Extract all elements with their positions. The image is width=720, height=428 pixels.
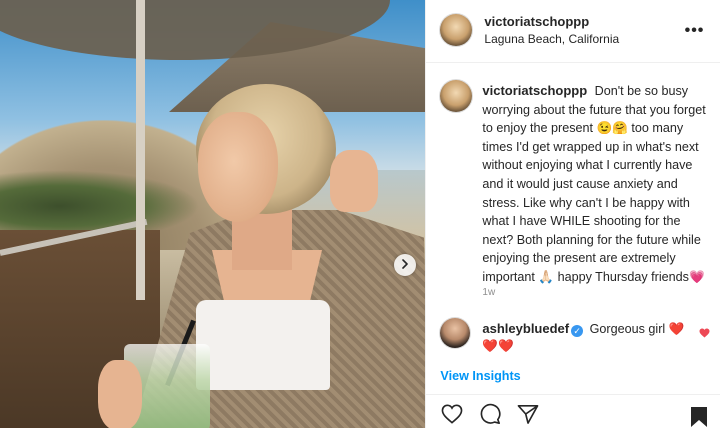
more-dots-icon: ••• xyxy=(684,22,705,39)
actions-divider xyxy=(426,394,720,395)
heart-icon xyxy=(441,404,463,428)
paper-plane-icon xyxy=(517,404,539,428)
commenter-avatar[interactable] xyxy=(440,318,471,348)
comment-button[interactable] xyxy=(478,403,502,428)
comment-username[interactable]: ashleybluedef xyxy=(482,321,569,336)
photo-person-face xyxy=(198,112,278,222)
like-button[interactable] xyxy=(440,404,464,428)
instagram-post: victoriatschoppp Laguna Beach, Californi… xyxy=(0,0,720,428)
post-location[interactable]: Laguna Beach, California xyxy=(484,32,619,46)
photo-person-hand xyxy=(330,150,378,212)
carousel-next-button[interactable] xyxy=(394,254,416,276)
heart-icon xyxy=(699,328,710,341)
post-timestamp[interactable]: 1w xyxy=(482,287,495,298)
comment-icon xyxy=(479,403,501,428)
photo-trees xyxy=(0,170,200,230)
verified-badge-icon: ✓ xyxy=(571,325,584,337)
post-details-panel: victoriatschoppp Laguna Beach, Californi… xyxy=(425,0,720,428)
save-button[interactable] xyxy=(690,406,708,428)
author-avatar[interactable] xyxy=(440,14,473,46)
comment-like-button[interactable] xyxy=(699,328,710,341)
caption-author-avatar[interactable] xyxy=(440,80,473,112)
caption-text: Don't be so busy worrying about the futu… xyxy=(482,84,706,284)
share-button[interactable] xyxy=(516,404,540,428)
header-text: victoriatschoppp Laguna Beach, Californi… xyxy=(484,14,619,46)
photo-person-hand-glass xyxy=(98,360,142,428)
comment: ashleybluedef ✓ Gorgeous girl ❤️❤️❤️ xyxy=(482,320,688,355)
more-options-button[interactable]: ••• xyxy=(685,22,705,40)
photo-person-top xyxy=(196,300,330,390)
chevron-right-icon xyxy=(400,256,410,274)
photo-umbrella-pole xyxy=(136,0,145,300)
view-insights-link[interactable]: View Insights xyxy=(440,369,520,383)
bookmark-icon xyxy=(690,407,708,428)
author-username[interactable]: victoriatschoppp xyxy=(484,14,619,29)
post-actions xyxy=(440,403,540,428)
caption-username[interactable]: victoriatschoppp xyxy=(482,83,587,98)
post-header: victoriatschoppp Laguna Beach, Californi… xyxy=(426,0,720,63)
post-photo[interactable] xyxy=(0,0,426,428)
post-caption: victoriatschoppp Don't be so busy worryi… xyxy=(482,82,706,287)
